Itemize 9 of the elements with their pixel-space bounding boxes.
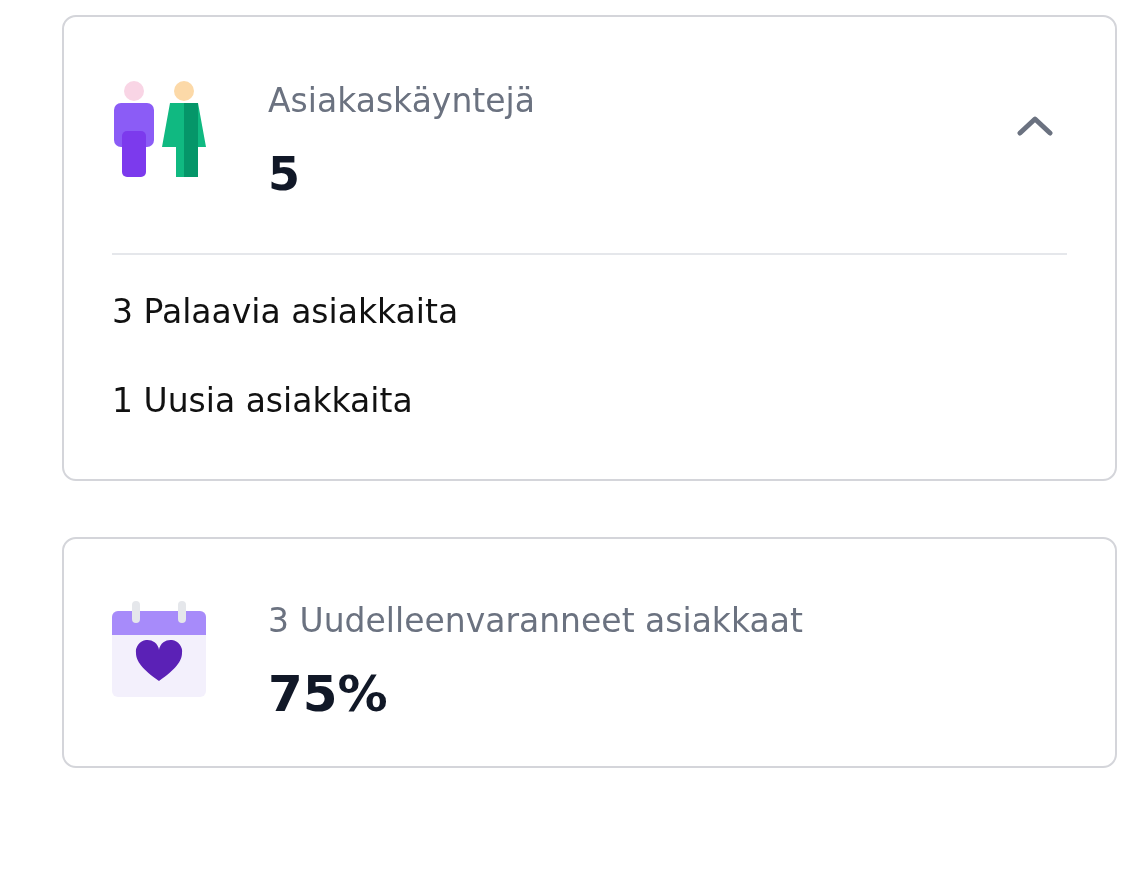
breakdown-item: 3 Palaavia asiakkaita [112, 291, 460, 334]
people-icon [112, 81, 206, 179]
stat-title: 3 Uudelleenvaranneet asiakkaat [268, 600, 804, 641]
stat-title: Asiakaskäyntejä [268, 81, 536, 121]
collapse-button[interactable] [1017, 115, 1053, 137]
breakdown-item: 1 Uusia asiakkaita [112, 380, 414, 423]
stat-value: 75% [268, 666, 389, 722]
calendar-heart-icon [112, 600, 206, 697]
stat-value: 5 [268, 148, 301, 200]
